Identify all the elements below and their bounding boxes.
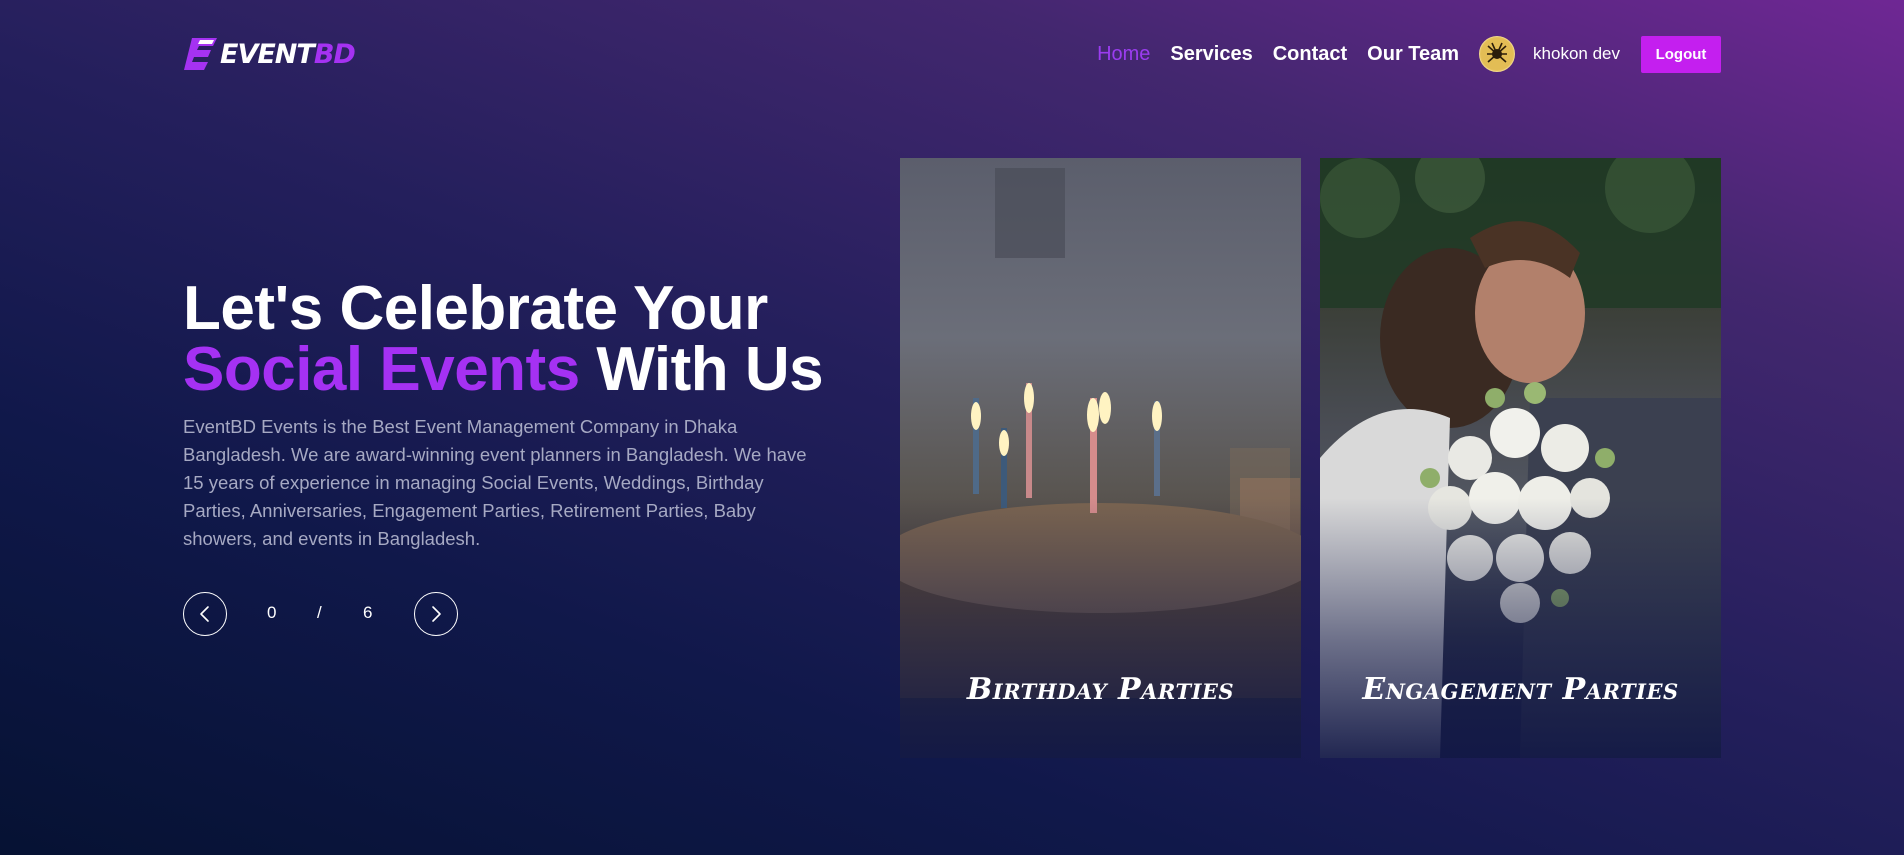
hero-title-line1: Let's Celebrate Your xyxy=(183,274,768,343)
nav-contact-link[interactable]: Contact xyxy=(1273,43,1347,66)
nav-our-team-link[interactable]: Our Team xyxy=(1367,43,1459,66)
slider-current: 0 xyxy=(267,603,277,622)
event-card-engagement[interactable]: Engagement Parties xyxy=(1320,158,1721,758)
top-navbar: EVENTBD Home Services Contact Our Team k… xyxy=(183,34,1721,78)
nav-home-link[interactable]: Home xyxy=(1097,43,1150,66)
avatar[interactable] xyxy=(1479,36,1516,72)
logo-bd-text: BD xyxy=(313,38,356,70)
card-label: Birthday Parties xyxy=(966,672,1235,707)
hero-title-accent: Social Events xyxy=(183,335,580,404)
hero-description: EventBD Events is the Best Event Managem… xyxy=(183,416,807,549)
logo[interactable]: EVENTBD xyxy=(183,35,356,73)
nav-services-link[interactable]: Services xyxy=(1170,43,1252,66)
card-label: Engagement Parties xyxy=(1362,672,1679,707)
slider-next-button[interactable] xyxy=(414,592,458,636)
avatar-spider-icon xyxy=(1481,38,1514,70)
logo-event-text: EVENT xyxy=(220,38,315,70)
logout-button[interactable]: Logout xyxy=(1641,35,1721,73)
chevron-right-icon xyxy=(432,606,441,622)
slider-separator: / xyxy=(317,603,322,622)
chevron-left-icon xyxy=(200,606,209,622)
main-menu: Home Services Contact Our Team khokon de… xyxy=(1097,34,1721,74)
card-shade xyxy=(900,498,1301,758)
username: khokon dev xyxy=(1533,44,1620,63)
event-card-birthday[interactable]: Birthday Parties xyxy=(900,158,1301,758)
card-shade xyxy=(1320,498,1721,758)
slider-controls: 0 / 6 xyxy=(183,592,458,636)
logo-mark-icon xyxy=(184,38,217,70)
slider-total: 6 xyxy=(363,603,373,622)
slider-prev-button[interactable] xyxy=(183,592,227,636)
hero-title: Let's Celebrate Your Social Events With … xyxy=(183,278,824,401)
logo-text: EVENTBD xyxy=(220,38,356,70)
hero-title-rest: With Us xyxy=(579,335,824,404)
